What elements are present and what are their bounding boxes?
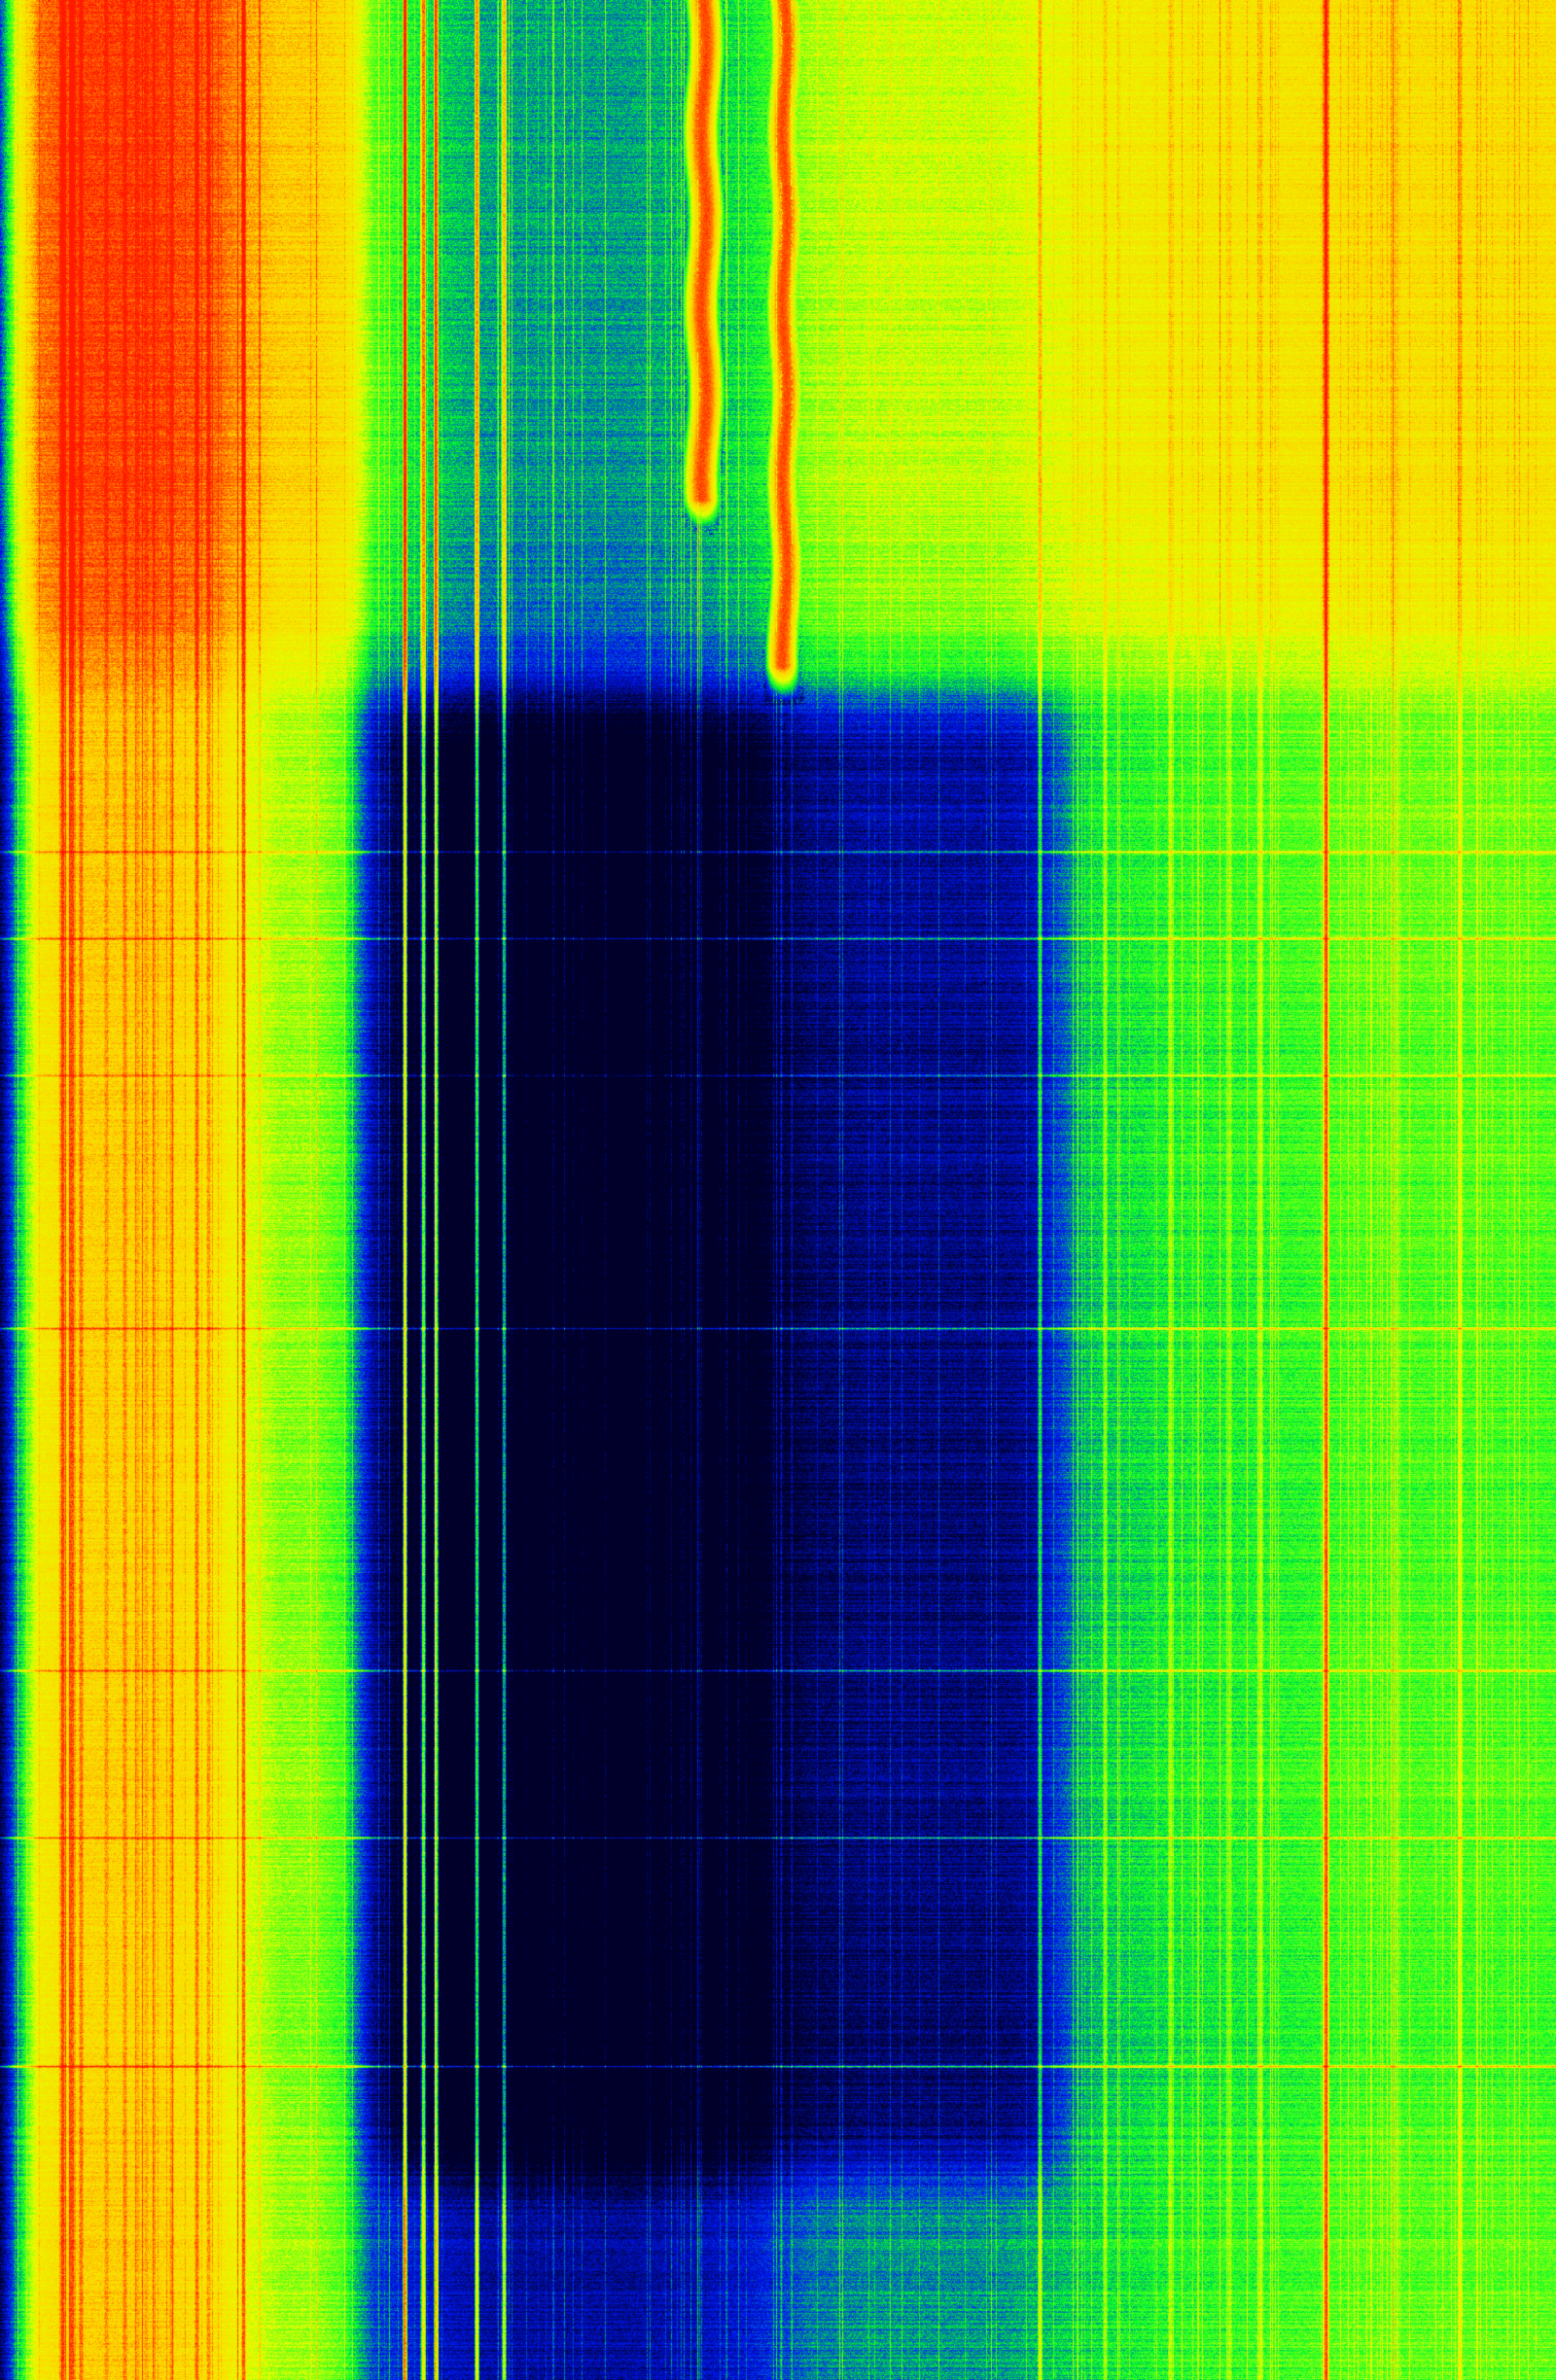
spectrogram-viewport [0, 0, 1556, 2380]
spectrogram-heatmap [0, 0, 1556, 2380]
